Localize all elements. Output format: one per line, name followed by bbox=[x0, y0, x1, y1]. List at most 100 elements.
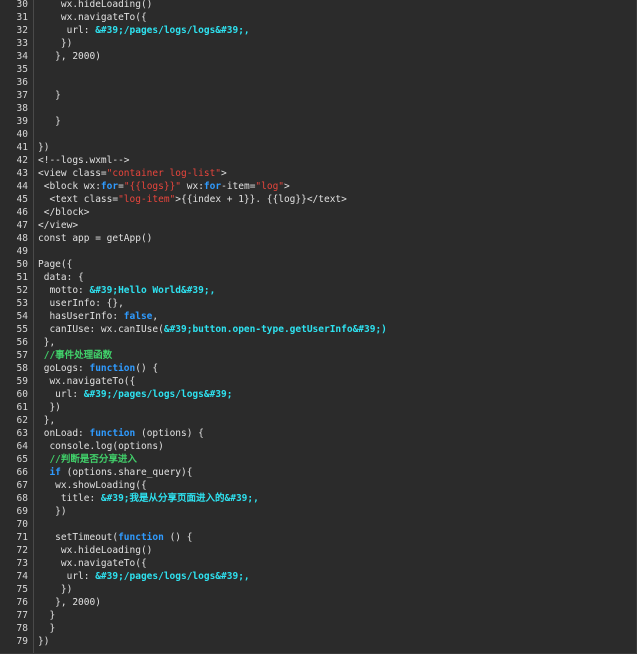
code-text: userInfo: {}, bbox=[38, 297, 123, 310]
code-line[interactable]: 54 hasUserInfo: false, bbox=[0, 310, 636, 323]
code-line[interactable]: 31 wx.navigateTo({ bbox=[0, 11, 636, 24]
code-line[interactable]: 38 bbox=[0, 102, 636, 115]
code-token: <view class= bbox=[38, 168, 107, 179]
code-text: <!--logs.wxml--> bbox=[38, 154, 130, 167]
code-line[interactable]: 76 }, 2000) bbox=[0, 596, 636, 609]
code-line[interactable]: 48 const app = getApp() bbox=[0, 232, 636, 245]
code-line[interactable]: 57 //事件处理函数 bbox=[0, 349, 636, 362]
line-number: 42 bbox=[16, 155, 28, 166]
code-line[interactable]: 70 bbox=[0, 518, 636, 531]
code-line[interactable]: 45 <text class="log-item">{{index + 1}}.… bbox=[0, 193, 636, 206]
code-line[interactable]: 53 userInfo: {}, bbox=[0, 297, 636, 310]
code-token: &#39;我是从分享页面进入的&#39;, bbox=[100, 493, 259, 504]
code-line[interactable]: 30 wx.hideLoading() bbox=[0, 0, 636, 11]
code-line[interactable]: 33 }) bbox=[0, 37, 636, 50]
code-token: url: bbox=[38, 571, 96, 582]
line-number: 33 bbox=[16, 38, 28, 49]
code-line[interactable]: 52 motto: &#39;Hello World&#39;, bbox=[0, 284, 636, 297]
code-line[interactable]: 47 </view> bbox=[0, 219, 636, 232]
line-number: 52 bbox=[16, 285, 28, 296]
code-line[interactable]: 62 }, bbox=[0, 414, 636, 427]
code-line[interactable]: 46 </block> bbox=[0, 206, 636, 219]
code-line[interactable]: 43 <view class="container log-list"> bbox=[0, 167, 636, 180]
code-line[interactable]: 59 wx.navigateTo({ bbox=[0, 375, 636, 388]
code-line[interactable]: 42 <!--logs.wxml--> bbox=[0, 154, 636, 167]
code-line[interactable]: 61 }) bbox=[0, 401, 636, 414]
code-line[interactable]: 50 Page({ bbox=[0, 258, 636, 271]
line-number: 40 bbox=[16, 129, 28, 140]
line-number: 64 bbox=[16, 441, 28, 452]
code-line[interactable]: 71 setTimeout(function () { bbox=[0, 531, 636, 544]
code-token: }, bbox=[38, 415, 56, 426]
code-line[interactable]: 49 bbox=[0, 245, 636, 258]
code-token: hasUserInfo: bbox=[38, 311, 124, 322]
code-line[interactable]: 68 title: &#39;我是从分享页面进入的&#39;, bbox=[0, 492, 636, 505]
code-line[interactable]: 32 url: &#39;/pages/logs/logs&#39;, bbox=[0, 24, 636, 37]
code-token: wx.navigateTo({ bbox=[38, 12, 147, 23]
line-number: 63 bbox=[16, 428, 28, 439]
code-line[interactable]: 64 console.log(options) bbox=[0, 440, 636, 453]
code-text: const app = getApp() bbox=[38, 232, 152, 245]
line-number: 67 bbox=[16, 480, 28, 491]
code-token: }) bbox=[38, 506, 67, 517]
code-line[interactable]: 37 } bbox=[0, 89, 636, 102]
code-token: onLoad: bbox=[38, 428, 90, 439]
code-token: } bbox=[38, 610, 56, 621]
line-number: 61 bbox=[16, 402, 28, 413]
code-token: wx.hideLoading() bbox=[38, 0, 153, 10]
code-line[interactable]: 73 wx.navigateTo({ bbox=[0, 557, 636, 570]
code-editor[interactable]: 30 wx.hideLoading() 31 wx.navigateTo({32 … bbox=[0, 0, 637, 654]
code-token: for bbox=[100, 181, 119, 192]
code-line[interactable]: 40 bbox=[0, 128, 636, 141]
code-token: "container log-list" bbox=[106, 168, 222, 179]
code-line[interactable]: 58 goLogs: function() { bbox=[0, 362, 636, 375]
code-line[interactable]: 67 wx.showLoading({ bbox=[0, 479, 636, 492]
code-line[interactable]: 56 }, bbox=[0, 336, 636, 349]
line-number: 73 bbox=[16, 558, 28, 569]
line-number: 70 bbox=[16, 519, 28, 530]
code-line[interactable]: 51 data: { bbox=[0, 271, 636, 284]
code-line[interactable]: 69 }) bbox=[0, 505, 636, 518]
code-line[interactable]: 63 onLoad: function (options) { bbox=[0, 427, 636, 440]
code-line[interactable]: 65 //判断是否分享进入 bbox=[0, 453, 636, 466]
code-token: }) bbox=[38, 636, 50, 647]
code-line[interactable]: 44 <block wx:for="{{logs}}" wx:for-item=… bbox=[0, 180, 636, 193]
code-token: url: bbox=[38, 389, 84, 400]
line-number: 59 bbox=[16, 376, 28, 387]
line-number: 50 bbox=[16, 259, 28, 270]
code-text: </view> bbox=[38, 219, 78, 232]
code-line[interactable]: 66 if (options.share_query){ bbox=[0, 466, 636, 479]
code-line[interactable]: 79}) bbox=[0, 635, 636, 648]
code-text: url: &#39;/pages/logs/logs&#39;, bbox=[38, 570, 250, 583]
code-line[interactable]: 36 bbox=[0, 76, 636, 89]
code-text: console.log(options) bbox=[38, 440, 163, 453]
code-line[interactable]: 39 } bbox=[0, 115, 636, 128]
code-text: } bbox=[38, 115, 61, 128]
line-number: 49 bbox=[16, 246, 28, 257]
code-line[interactable]: 60 url: &#39;/pages/logs/logs&#39; bbox=[0, 388, 636, 401]
code-text: }) bbox=[38, 583, 72, 596]
code-token: &#39;/pages/logs/logs&#39; bbox=[83, 389, 233, 400]
code-line[interactable]: 34 }, 2000) bbox=[0, 50, 636, 63]
line-number: 53 bbox=[16, 298, 28, 309]
code-line[interactable]: 75 }) bbox=[0, 583, 636, 596]
code-token: setTimeout( bbox=[38, 532, 119, 543]
code-token: "log" bbox=[255, 181, 285, 192]
code-line[interactable]: 35 bbox=[0, 63, 636, 76]
code-token: &#39;/pages/logs/logs&#39;, bbox=[95, 571, 250, 582]
line-number: 54 bbox=[16, 311, 28, 322]
code-token: motto: bbox=[38, 285, 90, 296]
code-line[interactable]: 74 url: &#39;/pages/logs/logs&#39;, bbox=[0, 570, 636, 583]
code-text: }, bbox=[38, 414, 55, 427]
code-token: () { bbox=[135, 363, 159, 374]
code-line[interactable]: 77 } bbox=[0, 609, 636, 622]
code-token: Page({ bbox=[38, 259, 73, 270]
code-line[interactable]: 41}) bbox=[0, 141, 636, 154]
code-line[interactable]: 55 canIUse: wx.canIUse(&#39;button.open-… bbox=[0, 323, 636, 336]
code-token: url: bbox=[38, 25, 96, 36]
code-line[interactable]: 72 wx.hideLoading() bbox=[0, 544, 636, 557]
code-text: <text class="log-item">{{index + 1}}. {{… bbox=[38, 193, 346, 206]
code-line[interactable]: 78 } bbox=[0, 622, 636, 635]
line-number: 69 bbox=[16, 506, 28, 517]
